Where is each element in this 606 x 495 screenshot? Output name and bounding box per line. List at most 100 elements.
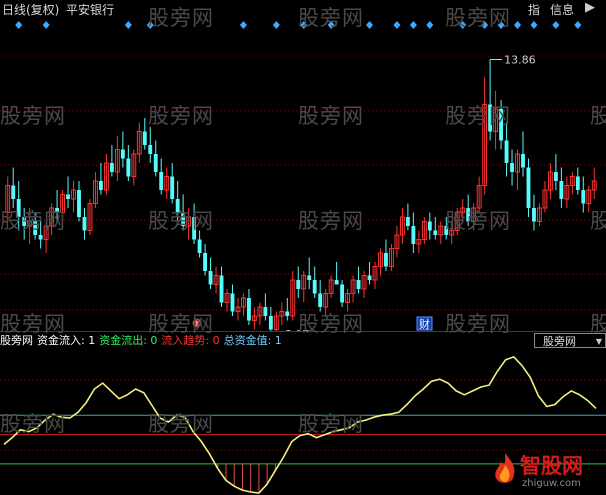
candle xyxy=(537,203,542,226)
candle xyxy=(526,158,531,217)
watermark-text: 股旁网 xyxy=(0,209,66,233)
candle xyxy=(378,248,383,276)
candle xyxy=(82,208,87,240)
candle xyxy=(93,172,98,208)
candle xyxy=(208,257,213,289)
candle xyxy=(318,280,323,312)
candle xyxy=(148,127,153,163)
candlestick-chart[interactable]: 13.868.97?财 xyxy=(0,20,606,332)
candle xyxy=(235,298,241,321)
signal-diamond-icon xyxy=(574,21,582,29)
candle xyxy=(389,244,394,271)
candle xyxy=(109,145,114,177)
site-logo: 智股网 zhiguw.com xyxy=(492,452,604,494)
watermark-text: 股旁网 xyxy=(148,6,214,30)
candle xyxy=(416,230,422,253)
candle xyxy=(356,266,361,294)
financial-report-marker[interactable]: 财 xyxy=(416,316,433,331)
candle xyxy=(98,163,103,195)
candle xyxy=(591,167,597,199)
candle xyxy=(203,244,208,276)
candle xyxy=(71,181,76,213)
watermark-text: 股旁网 xyxy=(298,412,364,436)
candle xyxy=(301,271,307,303)
candle xyxy=(427,212,432,240)
candle xyxy=(350,275,356,303)
signal-diamond-icon xyxy=(239,21,247,29)
candle xyxy=(421,217,427,244)
watermark-text: 股旁网 xyxy=(148,412,214,436)
signal-diamond-icon xyxy=(552,21,560,29)
max-price-label: 13.86 xyxy=(504,54,535,67)
watermark-text: 股旁网 xyxy=(148,209,214,233)
candle xyxy=(257,302,263,325)
candle xyxy=(153,140,158,177)
candle xyxy=(241,293,246,316)
candle xyxy=(170,163,175,204)
candle xyxy=(273,311,279,332)
logo-url: zhiguw.com xyxy=(522,478,581,489)
watermark-text: 股旁网 xyxy=(148,312,214,336)
candle xyxy=(564,176,570,208)
flame-icon xyxy=(495,453,515,483)
candle xyxy=(411,212,416,253)
candle xyxy=(361,271,367,298)
index-tab[interactable]: 指 xyxy=(528,3,540,17)
candle xyxy=(405,203,410,231)
candle xyxy=(224,289,230,312)
candle xyxy=(581,176,586,213)
expand-arrow-icon[interactable]: ▶ xyxy=(585,1,595,15)
candle xyxy=(136,122,142,163)
candle xyxy=(131,149,137,186)
signal-diamond-icon xyxy=(15,21,23,29)
candle xyxy=(120,131,125,168)
candle xyxy=(384,239,388,271)
candle xyxy=(66,176,70,208)
signal-diamond-icon xyxy=(530,21,538,29)
candle xyxy=(312,266,317,298)
watermark-text: 股旁网 xyxy=(148,104,214,128)
candle xyxy=(575,167,580,195)
candle xyxy=(142,118,147,150)
candle xyxy=(290,271,296,321)
candle xyxy=(559,167,564,208)
signal-diamond-icon xyxy=(42,21,50,29)
candle xyxy=(263,293,268,321)
stock-chart-window: 日线(复权) 平安银行 指 信息 ▶ 13.868.97?财 股旁网资金流入: … xyxy=(0,0,606,495)
logo-text: 智股网 xyxy=(520,454,583,478)
candle xyxy=(87,199,93,235)
watermark-text: 股旁网 xyxy=(0,104,66,128)
candle xyxy=(285,298,290,321)
period-selector[interactable]: 日线(复权) xyxy=(2,3,59,17)
stock-name: 平安银行 xyxy=(66,3,115,17)
candle xyxy=(532,194,536,231)
candle xyxy=(279,302,285,325)
watermark-text: 股旁网 xyxy=(445,209,511,233)
candle xyxy=(553,154,558,190)
watermark-text: 股旁网 xyxy=(298,6,364,30)
candle xyxy=(114,136,120,181)
candle xyxy=(515,149,520,190)
candle xyxy=(328,275,334,298)
watermark-text: 股旁网 xyxy=(298,104,364,128)
watermark-text: 股旁网 xyxy=(590,312,606,336)
candle xyxy=(11,167,16,208)
watermark-text: 股旁网 xyxy=(0,412,66,436)
candle xyxy=(372,262,378,289)
candle xyxy=(394,226,400,258)
candle xyxy=(569,172,575,195)
candle xyxy=(399,208,405,244)
watermark-text: 股旁网 xyxy=(298,312,364,336)
watermark-text: 股旁网 xyxy=(445,6,511,30)
legend-item: 总资金值: 1 xyxy=(223,334,282,347)
indicator-selector-label: 股旁网 xyxy=(543,335,576,348)
candle xyxy=(103,154,109,195)
candle xyxy=(219,266,224,307)
candle xyxy=(307,257,312,289)
signal-diamond-icon xyxy=(409,21,417,29)
candle xyxy=(296,266,301,298)
info-tab[interactable]: 信息 xyxy=(550,3,574,17)
watermark-text: 股旁网 xyxy=(590,209,606,233)
candle xyxy=(367,262,372,285)
candle xyxy=(251,307,257,330)
